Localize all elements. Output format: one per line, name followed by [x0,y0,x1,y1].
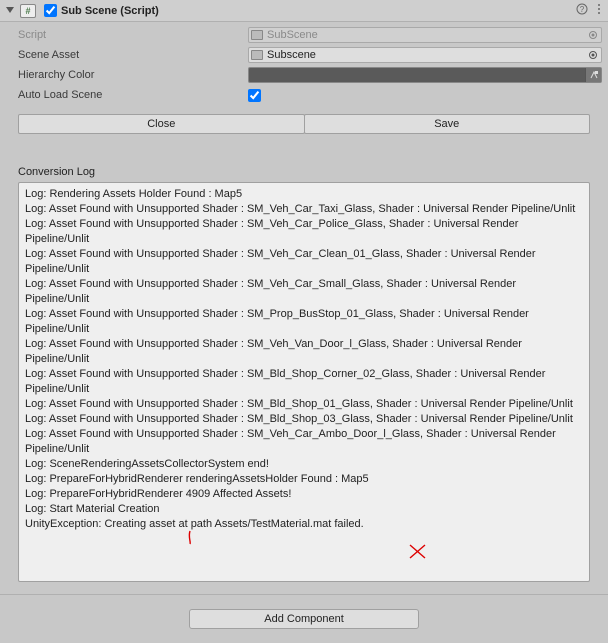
log-line: Log: SceneRenderingAssetsCollectorSystem… [25,457,583,472]
log-line: Log: Asset Found with Unsupported Shader… [25,427,583,457]
log-line: Log: Asset Found with Unsupported Shader… [25,202,583,217]
scene-asset-obj-icon [251,50,263,60]
help-icon[interactable]: ? [576,3,588,18]
close-button[interactable]: Close [18,114,305,134]
log-line: Log: Asset Found with Unsupported Shader… [25,412,583,427]
log-line: Log: Rendering Assets Holder Found : Map… [25,187,583,202]
scene-asset-value: Subscene [267,49,316,61]
add-component-row: Add Component [0,594,608,643]
log-line: Log: Start Material Creation [25,502,583,517]
log-line: Log: Asset Found with Unsupported Shader… [25,367,583,397]
hierarchy-color-field[interactable] [248,67,602,83]
log-line: Log: Asset Found with Unsupported Shader… [25,277,583,307]
log-line: Log: Asset Found with Unsupported Shader… [25,397,583,412]
component-enabled-checkbox[interactable] [44,4,57,17]
script-label: Script [18,29,248,41]
log-line: Log: Asset Found with Unsupported Shader… [25,307,583,337]
log-line: Log: Asset Found with Unsupported Shader… [25,247,583,277]
log-line: Log: Asset Found with Unsupported Shader… [25,217,583,247]
scene-asset-label: Scene Asset [18,49,248,61]
save-button[interactable]: Save [304,114,591,134]
annotation-mark-2 [407,542,429,567]
log-line: Log: PrepareForHybridRenderer renderingA… [25,472,583,487]
script-icon: # [20,4,36,18]
svg-text:?: ? [580,5,585,14]
foldout-toggle[interactable] [4,5,16,17]
button-row: Close Save [0,110,608,138]
color-picker-icon[interactable] [585,68,601,82]
add-component-button[interactable]: Add Component [189,609,419,629]
script-value: SubScene [267,29,318,41]
subscene-component: # Sub Scene (Script) ? Script SubScene S… [0,0,608,643]
conversion-log-box: Log: Rendering Assets Holder Found : Map… [18,182,590,582]
component-header[interactable]: # Sub Scene (Script) ? [0,0,608,22]
script-picker-icon [587,29,599,41]
script-field: SubScene [248,27,602,43]
scene-asset-field[interactable]: Subscene [248,47,602,63]
fields-area: Script SubScene Scene Asset Subscene Hie… [0,22,608,110]
hierarchy-color-label: Hierarchy Color [18,69,248,81]
auto-load-checkbox[interactable] [248,89,261,102]
context-menu-icon[interactable] [594,3,604,18]
scene-asset-picker-icon[interactable] [587,49,599,61]
script-obj-icon [251,30,263,40]
color-swatch [249,68,585,82]
component-title: Sub Scene (Script) [61,5,576,17]
log-line: UnityException: Creating asset at path A… [25,517,583,532]
auto-load-label: Auto Load Scene [18,89,248,101]
log-line: Log: Asset Found with Unsupported Shader… [25,337,583,367]
log-line: Log: PrepareForHybridRenderer 4909 Affec… [25,487,583,502]
conversion-log-label: Conversion Log [0,138,608,182]
